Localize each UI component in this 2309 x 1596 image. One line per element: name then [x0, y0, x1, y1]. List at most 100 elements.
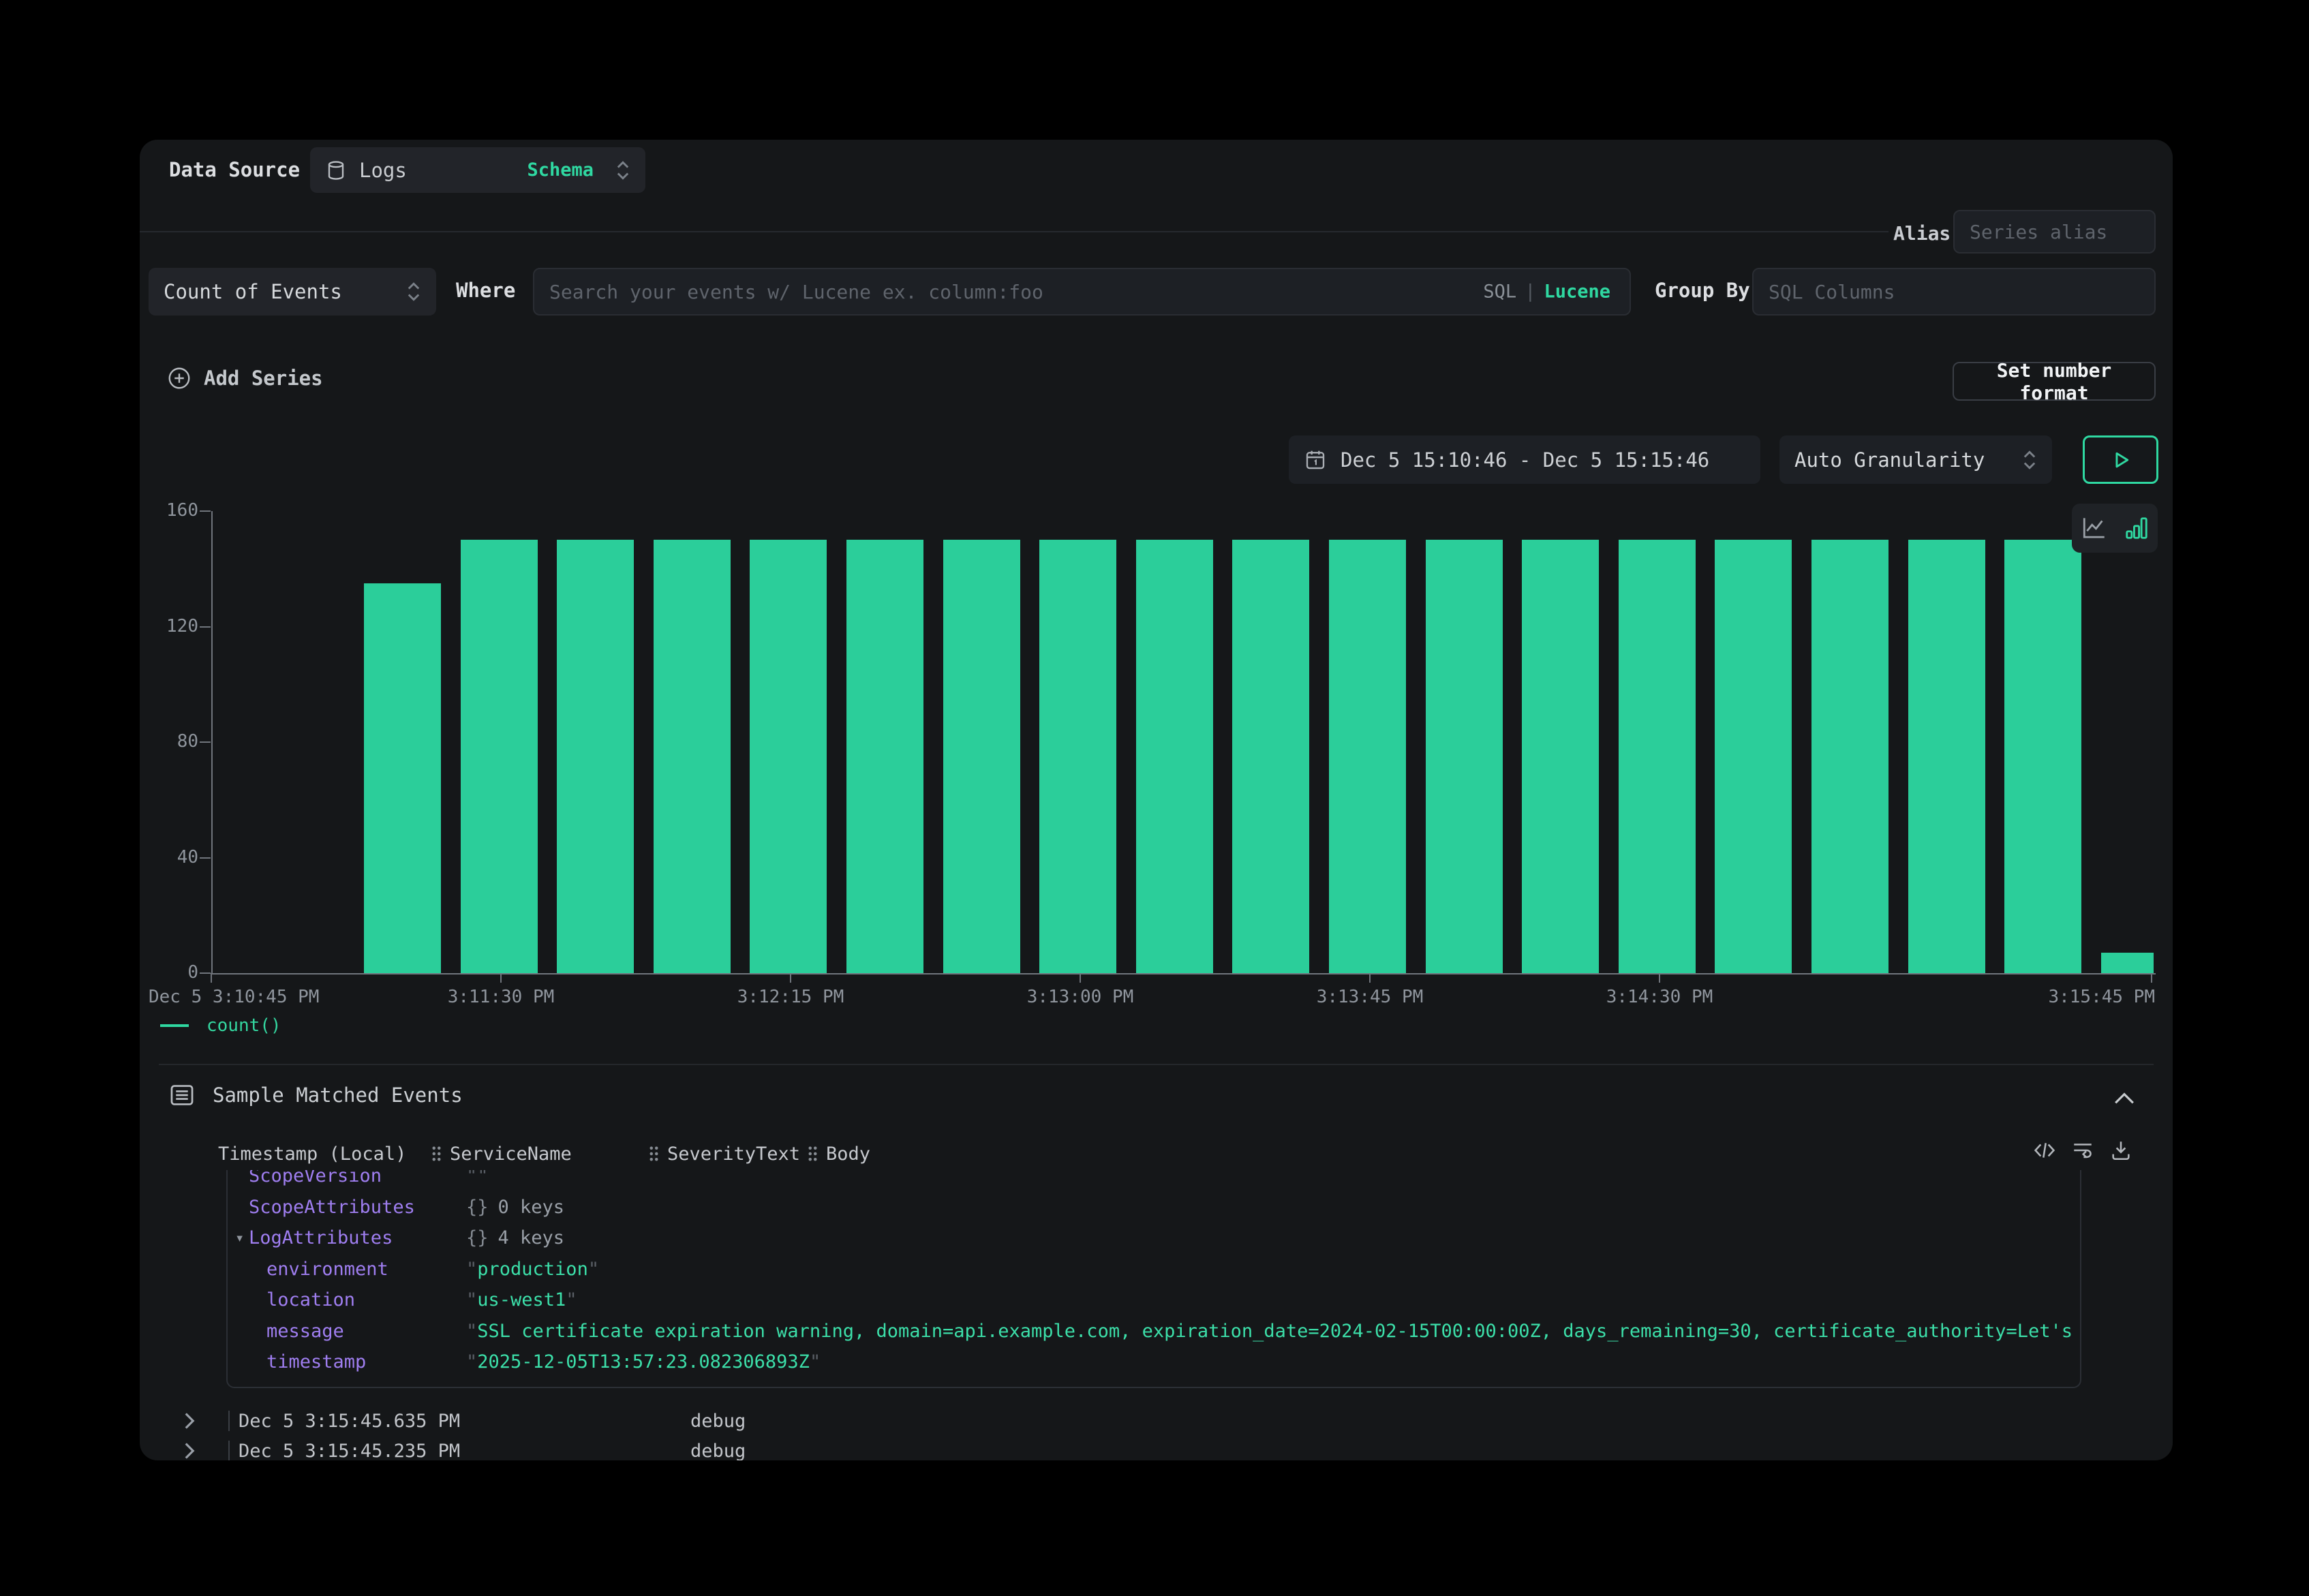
- chart-bar[interactable]: [750, 540, 827, 973]
- attribute-row-scopeattributes: ScopeAttributes {} 0 keys: [228, 1192, 2080, 1223]
- event-row[interactable]: Dec 5 3:15:45.235 PMdebug: [159, 1436, 2156, 1460]
- attribute-row-logattributes[interactable]: ▾ LogAttributes {}4 keys: [228, 1223, 2080, 1254]
- list-icon: [169, 1082, 195, 1108]
- triangle-down-icon[interactable]: ▾: [235, 1229, 244, 1246]
- chart-bar[interactable]: [1232, 540, 1309, 973]
- row-divider: [228, 1411, 230, 1431]
- wrap-text-icon[interactable]: [2071, 1139, 2094, 1162]
- attribute-key: ScopeAttributes: [249, 1197, 415, 1218]
- chart-bar[interactable]: [846, 540, 923, 973]
- attribute-value: "production": [466, 1259, 599, 1280]
- chart-bar[interactable]: [557, 540, 634, 973]
- chart-type-toggle: [2072, 504, 2158, 553]
- chart-bar[interactable]: [1619, 540, 1696, 973]
- chart-bar[interactable]: [2101, 953, 2154, 973]
- chart-bar[interactable]: [654, 540, 731, 973]
- chart-bar[interactable]: [1329, 540, 1406, 973]
- attribute-value: "": [466, 1170, 489, 1186]
- column-header-label: SeverityText: [667, 1144, 800, 1165]
- x-axis-line: [211, 973, 2156, 975]
- braces-glyph: {}: [466, 1197, 489, 1218]
- drag-handle-icon[interactable]: [431, 1146, 442, 1162]
- attribute-value: "SSL certificate expiration warning, dom…: [466, 1321, 2081, 1342]
- chart-bar[interactable]: [1522, 540, 1599, 973]
- chevron-right-icon[interactable]: [183, 1441, 196, 1460]
- sample-events-title: Sample Matched Events: [213, 1084, 463, 1107]
- x-tick-label: 3:12:15 PM: [737, 987, 844, 1007]
- download-icon[interactable]: [2109, 1139, 2132, 1162]
- chart-bar[interactable]: [1811, 540, 1889, 973]
- y-tick-mark: [200, 857, 211, 859]
- attribute-string-value: SSL certificate expiration warning, doma…: [477, 1321, 2081, 1342]
- chart-bar[interactable]: [364, 583, 441, 973]
- collapse-chevron-icon[interactable]: [2113, 1091, 2135, 1106]
- attribute-value: {}4 keys: [466, 1227, 564, 1248]
- y-tick-label: 80: [177, 731, 198, 752]
- chart-bar[interactable]: [1136, 540, 1213, 973]
- column-header-severitytext[interactable]: SeverityText: [649, 1140, 800, 1167]
- x-tick-mark: [211, 973, 212, 983]
- attribute-value: "2025-12-05T13:57:23.082306893Z": [466, 1351, 821, 1372]
- attribute-string-value: us-west1: [477, 1289, 566, 1310]
- x-tick-mark: [1369, 973, 1371, 983]
- legend-swatch: [160, 1024, 189, 1027]
- attribute-row-scopeversion: ScopeVersion"": [228, 1170, 2080, 1192]
- x-tick-mark: [500, 973, 502, 983]
- y-tick-label: 160: [166, 500, 198, 521]
- chart-legend[interactable]: count(): [160, 1015, 281, 1036]
- y-tick-label: 0: [187, 962, 198, 983]
- code-icon[interactable]: [2033, 1139, 2056, 1162]
- chart-bar[interactable]: [2004, 540, 2081, 973]
- chevron-right-icon[interactable]: [183, 1411, 196, 1430]
- object-key-count: 4 keys: [498, 1227, 565, 1248]
- event-row[interactable]: Dec 5 3:15:45.635 PM debug: [159, 1406, 2156, 1436]
- legend-series-label: count(): [207, 1015, 281, 1036]
- x-tick-label: 3:13:00 PM: [1027, 987, 1134, 1007]
- object-key-count: 0 keys: [498, 1197, 565, 1218]
- attribute-row-environment: environment"production": [228, 1254, 2080, 1285]
- y-tick-label: 40: [177, 847, 198, 868]
- y-tick-label: 120: [166, 616, 198, 636]
- bar-chart-icon[interactable]: [2124, 515, 2149, 541]
- attribute-key: message: [266, 1321, 344, 1342]
- column-header-body[interactable]: Body: [808, 1140, 870, 1167]
- event-severity: debug: [690, 1411, 746, 1432]
- events-toolbar: [2033, 1139, 2132, 1162]
- attribute-row-message: message "SSL certificate expiration warni…: [228, 1316, 2080, 1347]
- drag-handle-icon[interactable]: [808, 1146, 818, 1162]
- x-tick-label: Dec 5 3:10:45 PM: [149, 987, 319, 1007]
- attribute-value: {} 0 keys: [466, 1197, 564, 1218]
- attribute-key: location: [266, 1289, 355, 1310]
- y-tick-mark: [200, 972, 211, 974]
- chart-explorer-card: Data Source Logs Schema Alias Count of E…: [140, 140, 2173, 1460]
- column-header-label: ServiceName: [450, 1144, 572, 1165]
- attribute-string-value: production: [477, 1259, 588, 1280]
- column-header-servicename[interactable]: ServiceName: [431, 1140, 572, 1167]
- attribute-key: timestamp: [266, 1351, 366, 1372]
- x-tick-mark: [790, 973, 791, 983]
- x-tick-label: 3:15:45 PM: [2048, 987, 2155, 1007]
- chart-bar[interactable]: [461, 540, 538, 973]
- bar-chart: 16012080400Dec 5 3:10:45 PM3:11:30 PM3:1…: [140, 140, 2173, 1053]
- column-header-timestamp-local-[interactable]: Timestamp (Local): [218, 1140, 406, 1167]
- chart-bar[interactable]: [1426, 540, 1503, 973]
- x-tick-label: 3:13:45 PM: [1317, 987, 1424, 1007]
- y-tick-mark: [200, 626, 211, 628]
- divider: [159, 1064, 2154, 1065]
- chart-bar[interactable]: [943, 540, 1020, 973]
- drag-handle-icon[interactable]: [649, 1146, 659, 1162]
- attribute-value: "us-west1": [466, 1289, 577, 1310]
- chart-bar[interactable]: [1039, 540, 1116, 973]
- event-severity: debug: [690, 1441, 746, 1461]
- column-header-label: Body: [826, 1144, 870, 1165]
- chart-bar[interactable]: [1908, 540, 1985, 973]
- attribute-row-location: location "us-west1": [228, 1285, 2080, 1316]
- column-header-label: Timestamp (Local): [218, 1144, 406, 1165]
- attribute-row-timestamp: timestamp "2025-12-05T13:57:23.082306893Z…: [228, 1347, 2080, 1378]
- expanded-event-attributes: ScopeVersion"" ScopeAttributes {} 0 keys ▾ Lo…: [226, 1170, 2081, 1388]
- line-chart-icon[interactable]: [2081, 516, 2108, 540]
- x-tick-mark: [1080, 973, 1081, 983]
- chart-bar[interactable]: [1715, 540, 1792, 973]
- event-timestamp: Dec 5 3:15:45.635 PM: [239, 1411, 460, 1432]
- attribute-key: LogAttributes: [249, 1227, 393, 1248]
